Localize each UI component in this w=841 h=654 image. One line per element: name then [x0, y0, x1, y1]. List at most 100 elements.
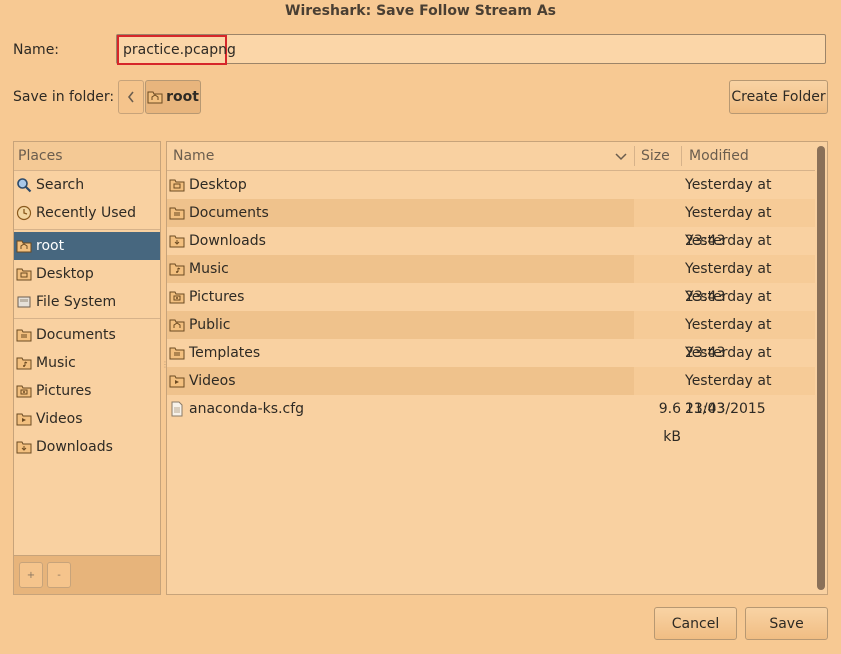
create-folder-button[interactable]: Create Folder [729, 80, 828, 114]
file-list: Name Size Modified Desktop Yesterday at … [166, 141, 828, 595]
scrollbar-thumb[interactable] [817, 146, 825, 590]
file-modified: Yesterday at 23:43 [685, 177, 772, 221]
window-title: Wireshark: Save Follow Stream As [285, 3, 556, 19]
sidebar-item-desktop[interactable]: Desktop [14, 260, 160, 288]
file-name: Pictures [189, 289, 245, 305]
pictures-folder-icon [169, 289, 185, 305]
videos-folder-icon [16, 411, 32, 427]
sidebar-item-label: File System [36, 294, 117, 310]
table-row[interactable]: Templates Yesterday at 23:43 [167, 339, 815, 389]
sidebar-item-label: Videos [36, 411, 83, 427]
sidebar-item-label: Documents [36, 327, 116, 343]
file-name: Music [189, 261, 229, 277]
music-folder-icon [169, 261, 185, 277]
places-toolbar: + - [14, 555, 160, 594]
sidebar-item-label: root [36, 238, 65, 254]
desktop-folder-icon [169, 177, 185, 193]
file-modified: Yesterday at 23:43 [685, 345, 772, 389]
file-size: 9.6 kB [658, 401, 681, 445]
column-name[interactable]: Name [173, 142, 214, 170]
file-modified: Yesterday at 23:43 [685, 205, 772, 249]
videos-folder-icon [169, 373, 185, 389]
sidebar-item-pictures[interactable]: Pictures [14, 377, 160, 405]
cancel-button[interactable]: Cancel [654, 607, 737, 640]
file-size [637, 339, 681, 367]
file-modified: Yesterday at 23:43 [685, 233, 772, 277]
folder-icon [16, 327, 32, 343]
sidebar-item-documents[interactable]: Documents [14, 321, 160, 349]
desktop-folder-icon [16, 266, 32, 282]
home-folder-icon [169, 317, 185, 333]
table-row[interactable]: Videos Yesterday at 23:43 [167, 367, 815, 417]
save-button[interactable]: Save [745, 607, 828, 640]
file-name-cell: Templates [167, 339, 634, 367]
file-name-cell: anaconda-ks.cfg [167, 395, 634, 423]
pane-resize-handle[interactable]: ⋮ [161, 360, 169, 384]
table-row[interactable]: Public Yesterday at 23:43 [167, 311, 815, 361]
name-label: Name: [13, 42, 60, 58]
sidebar-item-label: Downloads [36, 439, 113, 455]
table-row[interactable]: Desktop Yesterday at 23:43 [167, 171, 815, 221]
file-size [637, 283, 681, 311]
file-name-cell: Music [167, 255, 634, 283]
folder-icon [169, 205, 185, 221]
file-name: Desktop [189, 177, 247, 193]
remove-bookmark-button[interactable]: - [47, 562, 71, 588]
clock-icon [16, 205, 32, 221]
file-size [637, 199, 681, 227]
table-row[interactable]: Pictures Yesterday at 23:43 [167, 283, 815, 333]
places-header: Places [14, 142, 160, 171]
sidebar-item-root[interactable]: root [14, 232, 160, 260]
file-name: Documents [189, 205, 269, 221]
file-name: Downloads [189, 233, 266, 249]
filesystem-icon [16, 294, 32, 310]
file-name: anaconda-ks.cfg [189, 401, 305, 417]
vertical-scrollbar[interactable] [817, 144, 825, 592]
sidebar-item-videos[interactable]: Videos [14, 405, 160, 433]
file-icon [169, 401, 185, 417]
save-in-folder-label: Save in folder: [13, 89, 115, 105]
sidebar-item-recently-used[interactable]: Recently Used [14, 199, 160, 227]
chevron-left-icon [127, 91, 134, 103]
filename-value[interactable]: practice.pcapng [117, 35, 236, 65]
file-name-cell: Videos [167, 367, 634, 395]
divider [14, 229, 160, 230]
file-list-header: Name Size Modified [167, 142, 815, 171]
breadcrumb-root-button[interactable]: root [145, 80, 201, 114]
column-size[interactable]: Size [641, 142, 670, 170]
breadcrumb-label: root [166, 89, 199, 105]
file-name: Templates [189, 345, 261, 361]
column-modified[interactable]: Modified [689, 142, 749, 170]
sidebar-item-label: Search [36, 177, 85, 193]
file-modified: Yesterday at 23:43 [685, 261, 772, 305]
sidebar-item-music[interactable]: Music [14, 349, 160, 377]
file-modified: Yesterday at 23:43 [685, 289, 772, 333]
places-list: Search Recently Used root Desktop File Syste… [14, 171, 160, 461]
file-size [637, 227, 681, 255]
sidebar-item-file-system[interactable]: File System [14, 288, 160, 316]
file-name-cell: Desktop [167, 171, 634, 199]
home-folder-icon [147, 90, 163, 104]
sidebar-item-label: Music [36, 355, 76, 371]
table-row[interactable]: Documents Yesterday at 23:43 [167, 199, 815, 249]
downloads-folder-icon [16, 439, 32, 455]
add-bookmark-button[interactable]: + [19, 562, 43, 588]
file-name: Videos [189, 373, 236, 389]
sidebar-item-downloads[interactable]: Downloads [14, 433, 160, 461]
file-modified: 11/03/2015 [685, 401, 766, 417]
sidebar-item-label: Recently Used [36, 205, 137, 221]
sidebar-item-search[interactable]: Search [14, 171, 160, 199]
table-row[interactable]: anaconda-ks.cfg 9.6 kB 11/03/2015 [167, 395, 815, 445]
home-folder-icon [16, 238, 32, 254]
music-folder-icon [16, 355, 32, 371]
pictures-folder-icon [16, 383, 32, 399]
sidebar-item-label: Pictures [36, 383, 92, 399]
file-name: Public [189, 317, 231, 333]
file-modified: Yesterday at 23:43 [685, 373, 772, 417]
back-button[interactable] [118, 80, 144, 114]
add-icon: + [26, 569, 36, 581]
table-row[interactable]: Music Yesterday at 23:43 [167, 255, 815, 305]
table-row[interactable]: Downloads Yesterday at 23:43 [167, 227, 815, 277]
sort-chevron-down-icon [615, 150, 627, 166]
file-name-cell: Documents [167, 199, 634, 227]
